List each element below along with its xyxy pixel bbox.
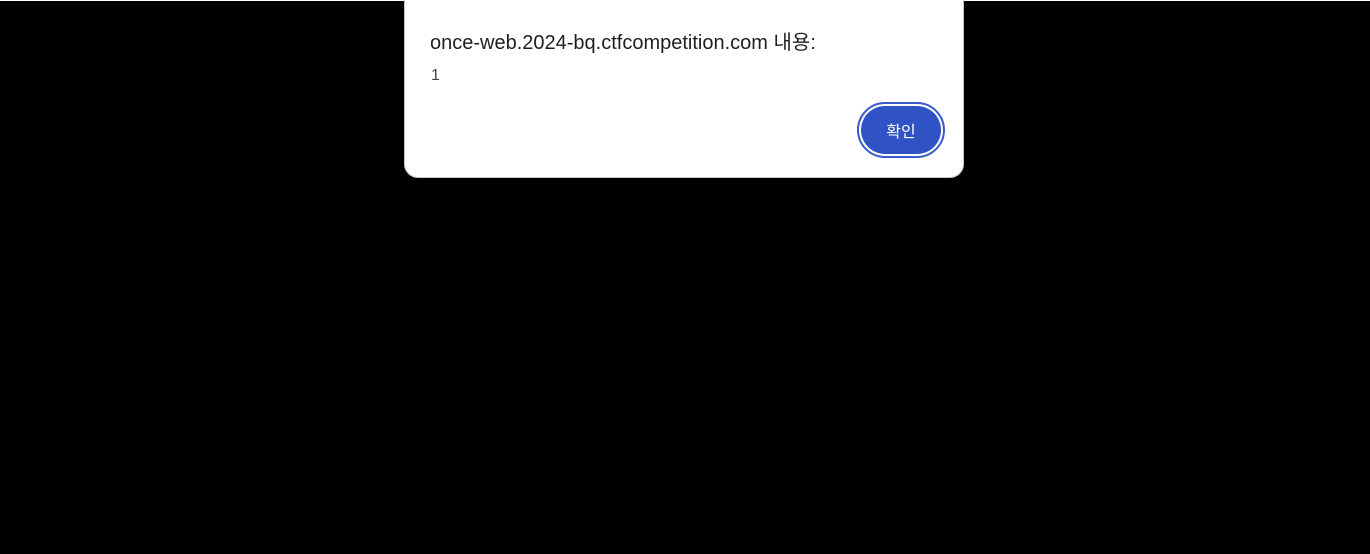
- ok-button[interactable]: 확인: [861, 106, 941, 154]
- dialog-title: once-web.2024-bq.ctfcompetition.com 내용:: [430, 32, 816, 54]
- alert-dialog: once-web.2024-bq.ctfcompetition.com 내용: …: [404, 0, 964, 178]
- dialog-message: 1: [431, 67, 440, 84]
- ok-button-focus-ring[interactable]: 확인: [857, 102, 945, 158]
